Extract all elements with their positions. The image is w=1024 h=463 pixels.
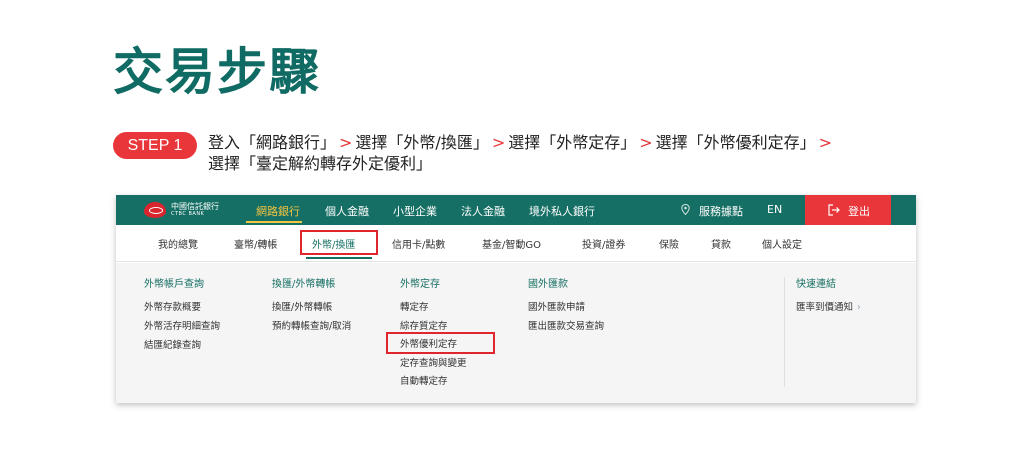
- step-instructions: 登入「網路銀行」 > 選擇「外幣/換匯」 > 選擇「外幣定存」 > 選擇「外幣優利定存」 > …: [208, 132, 913, 174]
- step-part: 選擇「外幣/換匯」: [355, 133, 489, 152]
- menu-col-title: 換匯/外幣轉帳: [272, 279, 336, 290]
- menu-col-title: 國外匯款: [528, 279, 568, 290]
- subnav-settings[interactable]: 個人設定: [762, 236, 802, 251]
- quick-links-title: 快速連結: [796, 279, 836, 290]
- step-arrow: >: [339, 133, 353, 152]
- subnav-overview[interactable]: 我的總覽: [158, 236, 198, 251]
- menu-link[interactable]: 綜存質定存: [400, 318, 448, 332]
- menu-col-title: 外幣帳戶查詢: [144, 279, 204, 290]
- step-part: 登入「網路銀行」: [208, 133, 337, 152]
- topnav-online-banking[interactable]: 網路銀行: [256, 203, 300, 219]
- menu-link[interactable]: 轉定存: [400, 299, 429, 313]
- menu-col-title: 外幣定存: [400, 279, 440, 290]
- quick-link-label: 匯率到價通知: [796, 302, 854, 313]
- top-nav-bar: 中國信託銀行 CTBC BANK 網路銀行 個人金融 小型企業 法人金融 境外私…: [116, 195, 916, 225]
- topnav-personal[interactable]: 個人金融: [325, 203, 369, 219]
- logo-text-en: CTBC BANK: [171, 211, 205, 217]
- topnav-active-indicator: [246, 221, 302, 223]
- subnav-credit-card[interactable]: 信用卡/點數: [392, 236, 445, 251]
- step-line-1: 登入「網路銀行」 > 選擇「外幣/換匯」 > 選擇「外幣定存」 > 選擇「外幣優利定存」 >: [208, 132, 913, 153]
- menu-link[interactable]: 自動轉定存: [400, 373, 448, 387]
- topnav-offshore-private[interactable]: 境外私人銀行: [529, 203, 595, 219]
- lang-toggle[interactable]: EN: [767, 203, 782, 216]
- menu-link[interactable]: 結匯紀錄查詢: [144, 337, 201, 351]
- highlight-box-fx-preferential: [386, 332, 495, 354]
- step-part: 選擇「外幣定存」: [508, 133, 637, 152]
- branches-link[interactable]: 服務據點: [699, 203, 743, 219]
- step-arrow: >: [818, 133, 833, 152]
- menu-link[interactable]: 匯出匯款交易查詢: [528, 318, 604, 332]
- menu-link[interactable]: 外幣活存明細查詢: [144, 318, 220, 332]
- logout-label: 登出: [848, 205, 870, 218]
- menu-link[interactable]: 國外匯款申請: [528, 299, 585, 313]
- logout-icon: [828, 204, 840, 216]
- menu-link[interactable]: 換匯/外幣轉帳: [272, 299, 332, 313]
- step-arrow: >: [639, 133, 653, 152]
- menu-link[interactable]: 預約轉帳查詢/取消: [272, 318, 351, 332]
- step-line-2: 選擇「臺定解約轉存外定優利」: [208, 154, 433, 173]
- page-title: 交易步驟: [113, 43, 321, 101]
- mega-menu: 外幣帳戶查詢 外幣存款概要 外幣活存明細查詢 結匯紀錄查詢 換匯/外幣轉帳 換匯…: [116, 263, 916, 403]
- subnav-fund[interactable]: 基金/智動GO: [482, 236, 541, 251]
- location-pin-icon: [681, 204, 690, 215]
- logout-button[interactable]: 登出: [805, 195, 891, 225]
- menu-divider: [784, 277, 785, 387]
- subnav-loan[interactable]: 貸款: [711, 236, 731, 251]
- step-badge: STEP 1: [113, 132, 197, 159]
- chevron-right-icon: ›: [857, 302, 861, 313]
- logo-mark: [144, 202, 166, 218]
- menu-link[interactable]: 外幣存款概要: [144, 299, 201, 313]
- sub-nav-bar: 我的總覽 臺幣/轉帳 外幣/換匯 信用卡/點數 基金/智動GO 投資/證券 保險…: [116, 225, 916, 262]
- subnav-forex[interactable]: 外幣/換匯: [312, 236, 355, 251]
- subnav-twd-transfer[interactable]: 臺幣/轉帳: [234, 236, 277, 251]
- subnav-insurance[interactable]: 保險: [659, 236, 679, 251]
- quick-link-rate-alert[interactable]: 匯率到價通知 ›: [796, 299, 861, 313]
- topnav-small-business[interactable]: 小型企業: [393, 203, 437, 219]
- subnav-securities[interactable]: 投資/證券: [582, 236, 625, 251]
- step-part: 選擇「外幣優利定存」: [655, 133, 816, 152]
- step-arrow: >: [491, 133, 506, 152]
- embedded-screenshot: 中國信託銀行 CTBC BANK 網路銀行 個人金融 小型企業 法人金融 境外私…: [116, 195, 916, 403]
- topnav-corporate[interactable]: 法人金融: [461, 203, 505, 219]
- subnav-active-indicator: [306, 257, 372, 259]
- menu-link[interactable]: 定存查詢與變更: [400, 355, 467, 369]
